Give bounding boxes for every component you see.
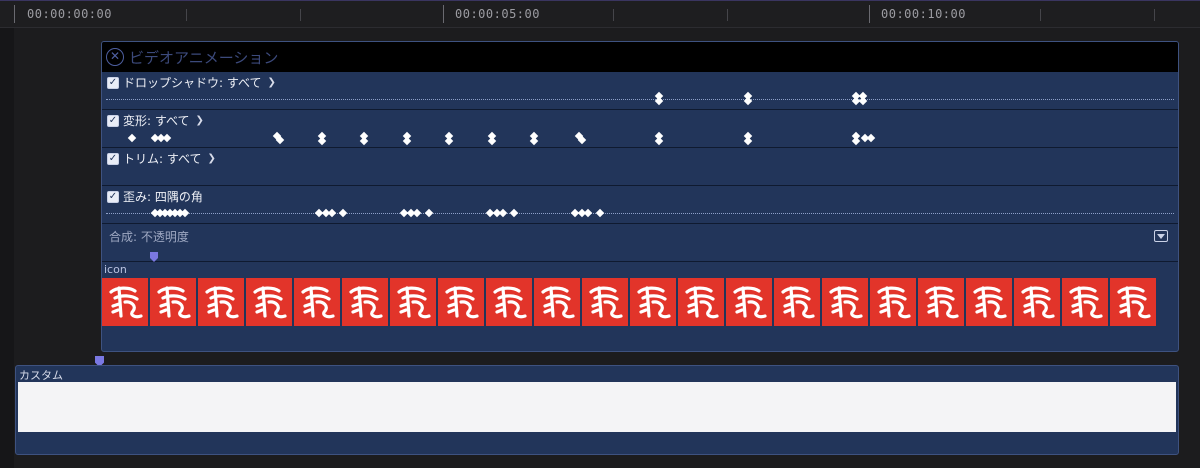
ruler-tick: [613, 9, 614, 21]
filmstrip-frame: [774, 278, 820, 326]
keyframe-marker[interactable]: [866, 133, 876, 143]
filmstrip-frame: [150, 278, 196, 326]
chevron-down-icon[interactable]: ❯: [196, 115, 204, 126]
keyframe-marker[interactable]: [275, 135, 285, 145]
timecode-label: 00:00:05:00: [455, 7, 540, 21]
custom-clip[interactable]: カスタム: [15, 365, 1179, 455]
filmstrip-frame: [966, 278, 1012, 326]
keyframe-marker[interactable]: [327, 208, 337, 218]
ruler-tick: [1154, 9, 1155, 21]
timecode-label: 00:00:00:00: [27, 7, 112, 21]
ruler-tick: [14, 5, 15, 23]
filmstrip-frame: [1110, 278, 1156, 326]
timeline-ruler[interactable]: 00:00:00:00 00:00:05:00 00:00:10:00: [0, 0, 1200, 28]
close-icon[interactable]: ✕: [106, 48, 124, 66]
clip-title: ビデオアニメーション: [129, 48, 279, 67]
filmstrip-frame: [294, 278, 340, 326]
keyframe-marker[interactable]: [338, 208, 348, 218]
animation-row-distort[interactable]: ✓ 歪み: 四隅の角: [102, 186, 1178, 224]
keyframe-marker[interactable]: [487, 136, 497, 146]
filmstrip-frame: [582, 278, 628, 326]
keyframe-line: [106, 213, 1174, 214]
filmstrip-frame: [198, 278, 244, 326]
keyframe-marker[interactable]: [851, 136, 861, 146]
keyframe-marker[interactable]: [583, 208, 593, 218]
keyframe-line: [106, 99, 1174, 100]
keyframe-marker[interactable]: [595, 208, 605, 218]
row-title: 変形: すべて: [123, 114, 190, 128]
filmstrip-frame: [1062, 278, 1108, 326]
keyframe-marker[interactable]: [424, 208, 434, 218]
filmstrip-frame: [678, 278, 724, 326]
ruler-tick: [869, 5, 870, 23]
checkbox[interactable]: ✓: [107, 190, 119, 203]
ruler-tick: [443, 5, 444, 23]
ruler-tick: [186, 9, 187, 21]
filmstrip-frame: [870, 278, 916, 326]
filmstrip-frame: [390, 278, 436, 326]
filmstrip-frame: [1014, 278, 1060, 326]
custom-clip-content: [18, 382, 1176, 432]
row-title: ドロップシャドウ: すべて: [123, 76, 262, 90]
timeline-gutter: [0, 28, 14, 468]
filmstrip-frame: [102, 278, 148, 326]
video-animation-clip[interactable]: ✕ ビデオアニメーション ✓ ドロップシャドウ: すべて ❯ ✓ 変形: すべて…: [101, 41, 1179, 352]
keyframe-marker[interactable]: [359, 136, 369, 146]
filmstrip-frame: [630, 278, 676, 326]
checkbox[interactable]: ✓: [107, 152, 119, 165]
filmstrip-frame: [918, 278, 964, 326]
keyframe-marker[interactable]: [127, 133, 137, 143]
keyframe-marker[interactable]: [498, 208, 508, 218]
checkbox[interactable]: ✓: [107, 114, 119, 127]
animation-row-drop-shadow[interactable]: ✓ ドロップシャドウ: すべて ❯: [102, 72, 1178, 110]
composite-label: 合成: 不透明度: [109, 230, 189, 244]
keyframe-marker[interactable]: [654, 136, 664, 146]
clip-name-label: icon: [104, 263, 127, 276]
filmstrip-frame: [438, 278, 484, 326]
ruler-tick: [727, 9, 728, 21]
row-label: ✓ 歪み: 四隅の角: [107, 188, 203, 205]
timecode-label: 00:00:10:00: [881, 7, 966, 21]
composite-row[interactable]: 合成: 不透明度: [102, 224, 1178, 262]
row-title: トリム: すべて: [123, 152, 202, 166]
filmstrip-frame: [486, 278, 532, 326]
row-label: ✓ トリム: すべて ❯: [107, 150, 216, 167]
keyframe-marker[interactable]: [444, 136, 454, 146]
row-label: ✓ 変形: すべて ❯: [107, 112, 204, 129]
keyframe-marker[interactable]: [529, 136, 539, 146]
keyframe-marker[interactable]: [402, 136, 412, 146]
chevron-down-icon[interactable]: ❯: [268, 77, 276, 88]
keyframe-marker[interactable]: [180, 208, 190, 218]
filmstrip-frame: [726, 278, 772, 326]
custom-clip-label: カスタム: [19, 369, 63, 382]
ruler-tick: [1040, 9, 1041, 21]
keyframe-marker[interactable]: [509, 208, 519, 218]
checkbox[interactable]: ✓: [107, 76, 119, 89]
filmstrip-frame: [246, 278, 292, 326]
keyframe-marker[interactable]: [412, 208, 422, 218]
dropdown-arrow-icon[interactable]: [1154, 230, 1168, 242]
keyframe-marker[interactable]: [577, 135, 587, 145]
animation-row-trim[interactable]: ✓ トリム: すべて ❯: [102, 148, 1178, 186]
animation-row-transform[interactable]: ✓ 変形: すべて ❯: [102, 110, 1178, 148]
filmstrip[interactable]: [102, 278, 1178, 328]
chevron-down-icon[interactable]: ❯: [208, 153, 216, 164]
keyframe-marker[interactable]: [162, 133, 172, 143]
ruler-tick: [300, 9, 301, 21]
filmstrip-frame: [822, 278, 868, 326]
filmstrip-frame: [534, 278, 580, 326]
keyframe-marker[interactable]: [317, 136, 327, 146]
keyframe-marker[interactable]: [743, 136, 753, 146]
row-title: 歪み: 四隅の角: [123, 190, 203, 204]
clip-header: ✕ ビデオアニメーション: [102, 42, 1178, 72]
row-label: ✓ ドロップシャドウ: すべて ❯: [107, 74, 276, 91]
filmstrip-frame: [342, 278, 388, 326]
